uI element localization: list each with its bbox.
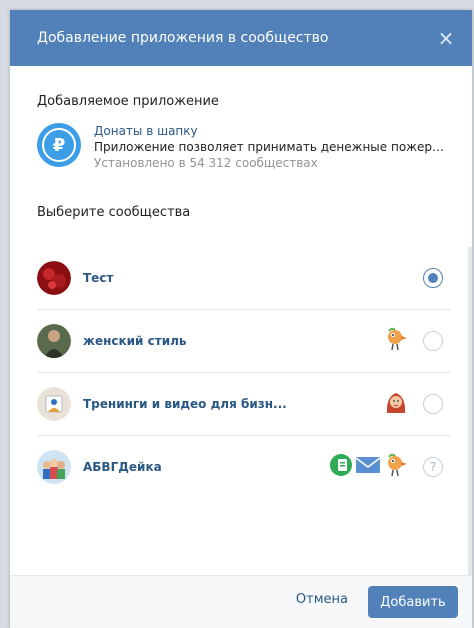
community-name[interactable]: женский стиль	[83, 334, 186, 348]
help-icon[interactable]: ?	[423, 457, 443, 477]
community-avatar	[37, 387, 71, 421]
community-avatar	[37, 450, 71, 484]
community-row[interactable]: Тест	[37, 247, 451, 310]
community-radio[interactable]	[423, 394, 443, 414]
community-badges	[329, 452, 409, 482]
community-badges	[383, 389, 409, 419]
community-name[interactable]: Тренинги и видео для бизн...	[83, 397, 287, 411]
ruble-icon: ₽	[37, 123, 81, 167]
cancel-button[interactable]: Отмена	[296, 592, 348, 607]
community-row[interactable]: женский стиль	[37, 310, 451, 373]
community-avatar	[37, 261, 71, 295]
app-name-link[interactable]: Донаты в шапку	[94, 123, 449, 139]
communities-list: Тест женский стиль Тренинги и видео для …	[37, 247, 451, 498]
bird-icon	[383, 452, 409, 482]
scrollbar[interactable]	[468, 247, 472, 582]
community-name[interactable]: Тест	[83, 271, 113, 285]
app-description: Приложение позволяет принимать денежные …	[94, 140, 449, 154]
community-radio[interactable]	[423, 268, 443, 288]
community-row[interactable]: Тренинги и видео для бизн...	[37, 373, 451, 436]
bird-icon	[383, 326, 409, 356]
modal-header: Добавление приложения в сообщество ×	[10, 10, 472, 66]
community-badges	[383, 326, 409, 356]
modal-footer: Отмена Добавить	[10, 575, 472, 628]
green-app-icon	[329, 453, 353, 481]
communities-section-title: Выберите сообщества	[37, 205, 191, 220]
community-radio[interactable]	[423, 331, 443, 351]
add-app-modal: Добавление приложения в сообщество × Доб…	[10, 10, 472, 628]
girl-avatar-icon	[383, 389, 409, 419]
app-info: ₽ Донаты в шапку Приложение позволяет пр…	[37, 123, 467, 171]
community-name[interactable]: АБВГДейка	[83, 460, 162, 474]
close-icon[interactable]: ×	[434, 26, 458, 50]
community-avatar	[37, 324, 71, 358]
add-button[interactable]: Добавить	[368, 586, 458, 618]
community-row[interactable]: АБВГДейка ?	[37, 436, 451, 498]
envelope-icon	[355, 455, 381, 479]
modal-title: Добавление приложения в сообщество	[37, 30, 329, 46]
app-installs-count: Установлено в 54 312 сообществах	[94, 156, 318, 170]
app-section-title: Добавляемое приложение	[37, 94, 219, 109]
